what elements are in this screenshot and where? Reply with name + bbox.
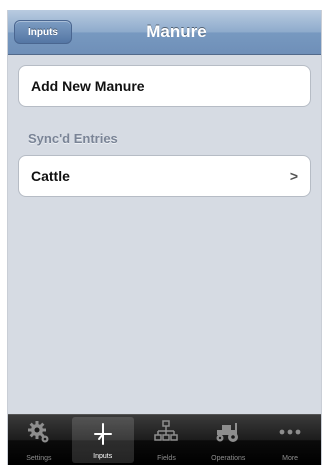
navigation-bar: Inputs Manure bbox=[8, 10, 321, 55]
tab-settings[interactable]: Settings bbox=[8, 415, 70, 465]
more-dots-icon bbox=[259, 419, 321, 445]
section-header: Sync'd Entries bbox=[28, 131, 118, 146]
add-new-manure-label: Add New Manure bbox=[31, 78, 145, 94]
tractor-icon bbox=[197, 419, 259, 445]
tab-bar: Settings Inputs Fields Operations More bbox=[8, 414, 321, 465]
add-new-manure-button[interactable]: Add New Manure bbox=[18, 65, 311, 107]
chevron-right-icon: > bbox=[289, 168, 298, 184]
tab-label: Fields bbox=[157, 455, 176, 462]
page-title: Manure bbox=[146, 22, 207, 41]
gear-icon bbox=[8, 419, 70, 445]
tab-label: More bbox=[282, 455, 299, 462]
tab-label: Inputs bbox=[93, 453, 113, 460]
tab-label: Operations bbox=[211, 455, 246, 462]
fields-hierarchy-icon bbox=[136, 419, 198, 445]
tab-more[interactable]: More bbox=[259, 415, 321, 465]
tab-label: Settings bbox=[26, 455, 52, 462]
inputs-icon bbox=[72, 421, 134, 447]
tab-inputs[interactable]: Inputs bbox=[71, 417, 134, 463]
tab-fields[interactable]: Fields bbox=[136, 415, 198, 465]
tab-operations[interactable]: Operations bbox=[197, 415, 259, 465]
list-item-label: Cattle bbox=[31, 168, 70, 184]
app-screen: Inputs Manure Add New Manure Sync'd Entr… bbox=[7, 10, 322, 465]
list-item-cattle[interactable]: Cattle > bbox=[18, 155, 311, 197]
